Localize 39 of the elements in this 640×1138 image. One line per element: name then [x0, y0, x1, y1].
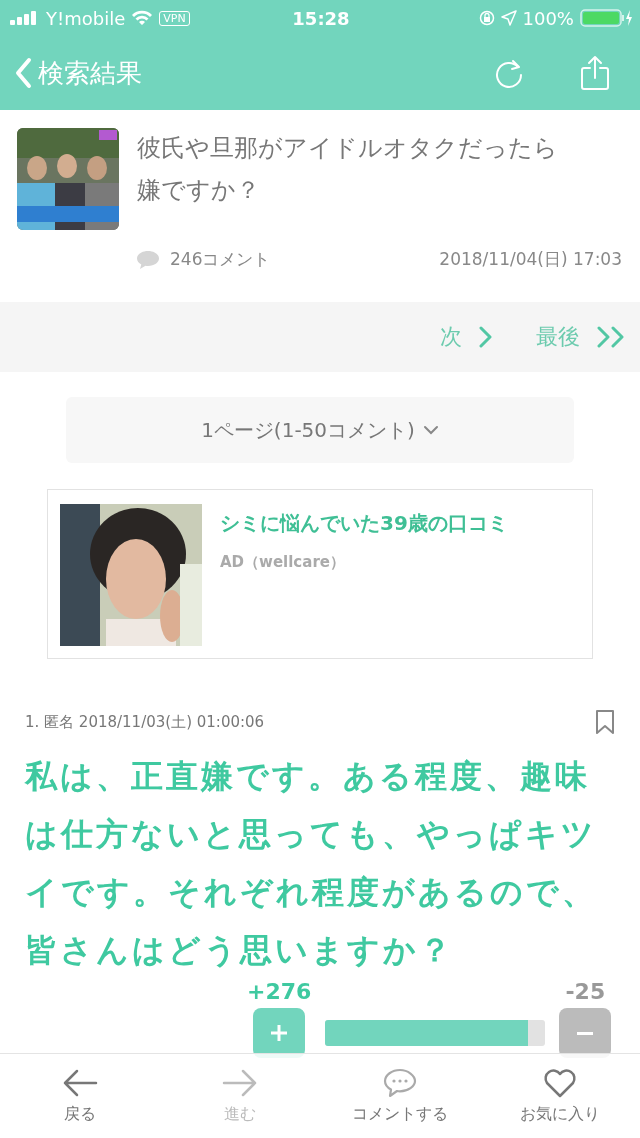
back-tab[interactable]: 戻る	[0, 1054, 160, 1138]
ad-title[interactable]: シミに悩んでいた39歳の口コミ	[220, 510, 508, 537]
ad-sponsor: AD（wellcare）	[220, 553, 346, 572]
minus-count: -25	[565, 979, 606, 1004]
wifi-icon	[131, 10, 154, 26]
next-page-link[interactable]: 次	[440, 322, 492, 352]
battery-icon	[580, 9, 632, 27]
comment-text: 私は、正直嫌です。ある程度、趣味は仕方ないと思っても、やっぱキツイです。それぞれ程度があるので、皆さんはどう思いますか？	[25, 756, 598, 971]
chat-bubble-icon	[383, 1068, 417, 1098]
favorite-tab[interactable]: お気に入り	[480, 1054, 640, 1138]
double-chevron-right-icon	[596, 326, 626, 348]
share-icon[interactable]	[580, 55, 610, 91]
heart-icon	[543, 1068, 577, 1098]
topic-title[interactable]: 彼氏や旦那がアイドルオタクだったら嫌ですか？	[137, 127, 577, 230]
location-arrow-icon	[500, 10, 517, 26]
page-select[interactable]: 1ページ(1-50コメント)	[66, 397, 574, 463]
plus-count: +276	[247, 979, 312, 1004]
chevron-right-icon	[478, 326, 492, 348]
chevron-left-icon	[14, 57, 32, 89]
arrow-left-icon	[62, 1068, 98, 1098]
plus-icon	[269, 1023, 290, 1043]
chevron-down-icon	[422, 425, 439, 435]
arrow-right-icon	[222, 1068, 258, 1098]
minus-icon	[577, 1031, 594, 1035]
ad-card[interactable]: シミに悩んでいた39歳の口コミ AD（wellcare）	[47, 489, 593, 659]
vpn-badge: VPN	[159, 10, 190, 26]
reload-icon[interactable]	[494, 58, 524, 88]
back-button[interactable]: 検索結果	[14, 55, 142, 91]
clock-time: 15:28	[292, 7, 350, 29]
last-page-link[interactable]: 最後	[536, 322, 626, 352]
comment-tab[interactable]: コメントする	[320, 1054, 480, 1138]
battery-percent: 100%	[522, 7, 574, 29]
bookmark-icon[interactable]	[595, 709, 615, 735]
topic-date: 2018/11/04(日) 17:03	[439, 248, 622, 271]
carrier-name: Y!mobile	[46, 7, 126, 29]
comment-count: 246コメント	[170, 248, 271, 271]
rotation-lock-icon	[478, 10, 495, 26]
comment-header: 1. 匿名 2018/11/03(土) 01:00:06	[25, 712, 265, 732]
speech-bubble-icon	[136, 249, 160, 270]
